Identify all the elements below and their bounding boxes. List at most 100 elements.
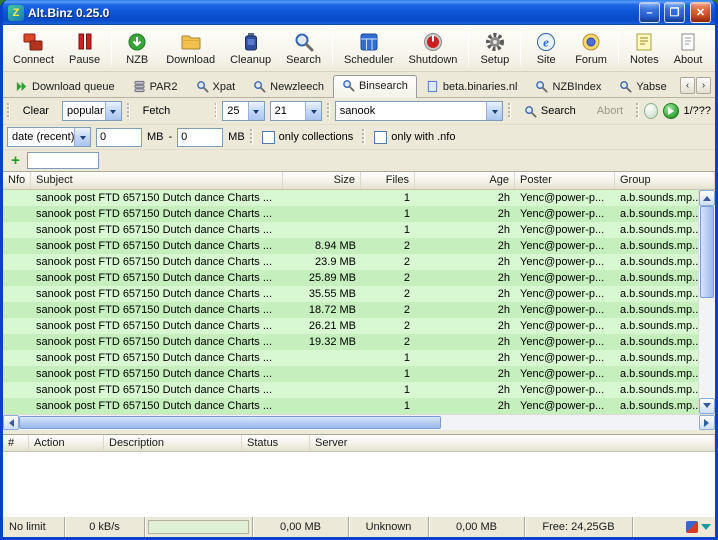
toolbar-grip[interactable] [636, 103, 639, 119]
shutdown-icon [422, 31, 444, 53]
tab-newzleech[interactable]: Newzleech [244, 76, 333, 97]
pause-button[interactable]: Pause [62, 27, 107, 69]
tab-scroll-right-button[interactable]: › [696, 77, 711, 94]
table-row[interactable]: sanook post FTD 657150 Dutch dance Chart… [3, 334, 698, 350]
max-size-input[interactable] [177, 127, 224, 147]
toolbar-grip[interactable] [7, 103, 10, 119]
column-header-description[interactable]: Description [104, 435, 242, 451]
search-query-combobox[interactable]: sanook [334, 101, 504, 121]
sort-dropdown[interactable]: date (recent) [7, 127, 91, 147]
nzb-button[interactable]: NZB [116, 27, 158, 69]
quick-add-bar: + [3, 150, 715, 171]
min-size-input[interactable] [96, 127, 142, 147]
column-header-size[interactable]: Size [283, 172, 361, 189]
scroll-up-button[interactable] [699, 190, 715, 206]
maximize-button[interactable]: ❐ [664, 2, 685, 23]
close-button[interactable]: ✕ [690, 2, 711, 23]
category-dropdown[interactable]: popular [61, 101, 122, 121]
table-row[interactable]: sanook post FTD 657150 Dutch dance Chart… [3, 350, 698, 366]
tab-par2[interactable]: PAR2 [124, 76, 187, 97]
column-header-server[interactable]: Server [310, 435, 715, 451]
download-button[interactable]: Download [159, 27, 222, 69]
column-header-action[interactable]: Action [29, 435, 104, 451]
column-header-number[interactable]: # [3, 435, 29, 451]
toolbar-grip[interactable] [126, 103, 130, 119]
quick-add-input[interactable] [27, 152, 99, 169]
results-main: sanook post FTD 657150 Dutch dance Chart… [3, 190, 715, 414]
gear-icon [484, 31, 506, 53]
title-bar[interactable]: Z Alt.Binz 0.25.0 – ❐ ✕ [3, 0, 715, 25]
magnifier-icon [196, 80, 209, 93]
table-row[interactable]: sanook post FTD 657150 Dutch dance Chart… [3, 398, 698, 414]
run-search-button[interactable]: Search [516, 101, 584, 121]
vertical-scrollbar[interactable] [698, 190, 715, 414]
vertical-scroll-track[interactable] [699, 206, 715, 398]
fetch-button[interactable]: Fetch [135, 101, 210, 121]
column-header-files[interactable]: Files [361, 172, 415, 189]
forum-button[interactable]: Forum [568, 27, 614, 69]
shutdown-button[interactable]: Shutdown [402, 27, 465, 69]
tab-scroll-left-button[interactable]: ‹ [680, 77, 695, 94]
size-range-dash: - [168, 131, 173, 143]
toolbar-grip[interactable] [508, 103, 511, 119]
horizontal-scroll-track[interactable] [19, 415, 699, 430]
table-row[interactable]: sanook post FTD 657150 Dutch dance Chart… [3, 190, 698, 206]
cleanup-button[interactable]: Cleanup [223, 27, 278, 69]
clear-button[interactable]: Clear [15, 101, 57, 121]
column-header-group[interactable]: Group [615, 172, 715, 189]
tab-yabse[interactable]: Yabse [610, 76, 675, 97]
setup-button[interactable]: Setup [473, 27, 516, 69]
toolbar-separator [520, 31, 522, 65]
column-header-age[interactable]: Age [415, 172, 515, 189]
tab-nzbindex[interactable]: NZBIndex [526, 76, 610, 97]
horizontal-scroll-thumb[interactable] [19, 416, 441, 429]
site-button[interactable]: e Site [525, 27, 567, 69]
table-row[interactable]: sanook post FTD 657150 Dutch dance Chart… [3, 270, 698, 286]
only-with-nfo-checkbox[interactable]: only with .nfo [370, 130, 459, 144]
toolbar-grip[interactable] [214, 103, 218, 119]
connect-button[interactable]: Connect [6, 27, 61, 69]
minimize-button[interactable]: – [639, 2, 660, 23]
horizontal-scrollbar[interactable] [3, 414, 715, 430]
collapse-icon[interactable] [701, 524, 711, 535]
vertical-scroll-thumb[interactable] [700, 206, 714, 298]
table-row[interactable]: sanook post FTD 657150 Dutch dance Chart… [3, 254, 698, 270]
table-row[interactable]: sanook post FTD 657150 Dutch dance Chart… [3, 302, 698, 318]
tab-download-queue[interactable]: Download queue [6, 76, 124, 97]
scroll-down-button[interactable] [699, 398, 715, 414]
next-page-button[interactable] [662, 103, 679, 119]
toolbar-grip[interactable] [249, 129, 253, 145]
prev-page-button[interactable] [643, 103, 658, 119]
magnifier-icon [535, 80, 549, 93]
tab-xpat[interactable]: Xpat [187, 76, 245, 97]
table-row[interactable]: sanook post FTD 657150 Dutch dance Chart… [3, 382, 698, 398]
abort-button[interactable]: Abort [589, 101, 631, 121]
add-button[interactable]: + [7, 152, 24, 169]
tab-beta-binaries[interactable]: beta.binaries.nl [417, 76, 527, 97]
column-header-subject[interactable]: Subject [31, 172, 283, 189]
scroll-right-button[interactable] [699, 415, 715, 430]
status-bar: No limit 0 kB/s 0,00 MB Unknown 0,00 MB … [3, 516, 715, 537]
search-button[interactable]: Search [279, 27, 328, 69]
column-header-poster[interactable]: Poster [515, 172, 615, 189]
column-header-nfo[interactable]: Nfo [3, 172, 31, 189]
table-row[interactable]: sanook post FTD 657150 Dutch dance Chart… [3, 222, 698, 238]
per-page-dropdown[interactable]: 25 [222, 101, 265, 121]
table-row[interactable]: sanook post FTD 657150 Dutch dance Chart… [3, 286, 698, 302]
table-row[interactable]: sanook post FTD 657150 Dutch dance Chart… [3, 318, 698, 334]
toolbar-grip[interactable] [362, 129, 366, 145]
chevron-down-icon [486, 102, 503, 120]
page-count-dropdown[interactable]: 21 [269, 101, 323, 121]
scheduler-button[interactable]: Scheduler [337, 27, 401, 69]
tab-binsearch[interactable]: Binsearch [332, 75, 417, 98]
notes-button[interactable]: Notes [623, 27, 666, 69]
about-button[interactable]: About [667, 27, 710, 69]
toolbar-grip[interactable] [327, 103, 330, 119]
column-header-status[interactable]: Status [242, 435, 310, 451]
table-row[interactable]: sanook post FTD 657150 Dutch dance Chart… [3, 206, 698, 222]
scroll-left-button[interactable] [3, 415, 19, 430]
table-row[interactable]: sanook post FTD 657150 Dutch dance Chart… [3, 238, 698, 254]
tray-icon[interactable] [686, 521, 698, 533]
table-row[interactable]: sanook post FTD 657150 Dutch dance Chart… [3, 366, 698, 382]
only-collections-checkbox[interactable]: only collections [258, 130, 358, 144]
